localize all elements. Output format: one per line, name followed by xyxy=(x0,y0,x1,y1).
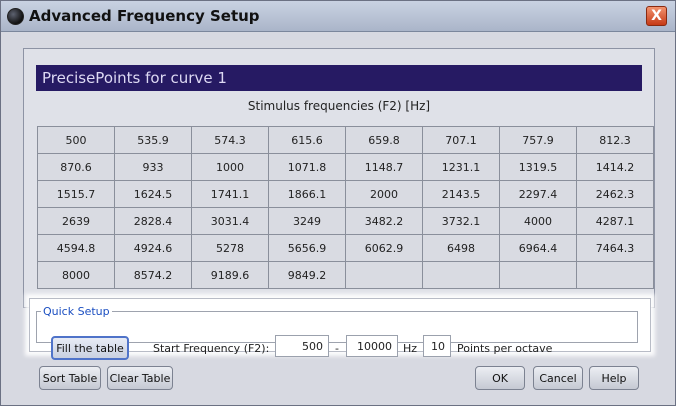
frequency-cell[interactable]: 1148.7 xyxy=(345,153,423,181)
frequency-cell[interactable]: 1000 xyxy=(191,153,269,181)
frequency-cell[interactable]: 8000 xyxy=(37,261,115,289)
curve-header: PrecisePoints for curve 1 xyxy=(36,65,642,91)
frequency-cell[interactable]: 2828.4 xyxy=(114,207,192,235)
cancel-button[interactable]: Cancel xyxy=(533,366,583,390)
frequency-cell[interactable]: 6498 xyxy=(422,234,500,262)
frequency-cell[interactable]: 1071.8 xyxy=(268,153,346,181)
ok-button[interactable]: OK xyxy=(475,366,525,390)
frequency-cell[interactable]: 3482.2 xyxy=(345,207,423,235)
start-frequency-input[interactable] xyxy=(275,335,329,357)
frequency-cell[interactable]: 3249 xyxy=(268,207,346,235)
dialog-window: Advanced Frequency Setup X PrecisePoints… xyxy=(0,0,676,406)
frequency-cell[interactable]: 933 xyxy=(114,153,192,181)
table-title: Stimulus frequencies (F2) [Hz] xyxy=(247,99,431,113)
table-row: 1515.7 1624.5 1741.1 1866.1 2000 2143.5 2297.4… xyxy=(37,180,654,208)
title-bar[interactable]: Advanced Frequency Setup X xyxy=(1,1,675,32)
table-row: 8000 8574.2 9189.6 9849.2 xyxy=(37,261,654,289)
frequency-cell[interactable]: 1624.5 xyxy=(114,180,192,208)
frequency-cell[interactable]: 5278 xyxy=(191,234,269,262)
frequency-cell[interactable]: 1741.1 xyxy=(191,180,269,208)
frequency-cell[interactable]: 3732.1 xyxy=(422,207,500,235)
precisepoints-panel: PrecisePoints for curve 1 Stimulus frequ… xyxy=(23,48,655,308)
frequency-cell[interactable]: 500 xyxy=(37,126,115,154)
frequency-cell[interactable]: 2143.5 xyxy=(422,180,500,208)
hz-unit-label: Hz xyxy=(403,342,418,355)
points-per-octave-input[interactable] xyxy=(423,335,451,357)
frequency-cell[interactable]: 2462.3 xyxy=(576,180,654,208)
fill-table-button[interactable]: Fill the table xyxy=(51,336,129,360)
frequency-cell[interactable]: 6062.9 xyxy=(345,234,423,262)
frequency-cell[interactable]: 2297.4 xyxy=(499,180,577,208)
points-per-octave-label: Points per octave xyxy=(457,342,553,355)
frequency-cell[interactable]: 535.9 xyxy=(114,126,192,154)
frequency-table: 500 535.9 574.3 615.6 659.8 707.1 757.9 812.3 87… xyxy=(37,126,654,289)
frequency-cell[interactable]: 707.1 xyxy=(422,126,500,154)
table-row: 2639 2828.4 3031.4 3249 3482.2 3732.1 4000 4287… xyxy=(37,207,654,235)
frequency-cell[interactable]: 659.8 xyxy=(345,126,423,154)
frequency-cell[interactable]: 1319.5 xyxy=(499,153,577,181)
frequency-cell[interactable]: 2000 xyxy=(345,180,423,208)
frequency-cell[interactable]: 3031.4 xyxy=(191,207,269,235)
frequency-cell[interactable]: 870.6 xyxy=(37,153,115,181)
frequency-cell[interactable] xyxy=(345,261,423,289)
frequency-cell[interactable]: 1414.2 xyxy=(576,153,654,181)
frequency-cell[interactable]: 9189.6 xyxy=(191,261,269,289)
clear-table-button[interactable]: Clear Table xyxy=(107,366,173,390)
frequency-cell[interactable]: 7464.3 xyxy=(576,234,654,262)
frequency-cell[interactable]: 5656.9 xyxy=(268,234,346,262)
window-title: Advanced Frequency Setup xyxy=(29,7,260,25)
close-button[interactable]: X xyxy=(646,6,667,26)
frequency-cell[interactable]: 812.3 xyxy=(576,126,654,154)
frequency-cell[interactable]: 4594.8 xyxy=(37,234,115,262)
quick-setup-legend: Quick Setup xyxy=(43,305,110,318)
frequency-cell[interactable]: 4924.6 xyxy=(114,234,192,262)
frequency-cell[interactable]: 8574.2 xyxy=(114,261,192,289)
start-frequency-label: Start Frequency (F2): xyxy=(153,342,270,355)
frequency-cell[interactable] xyxy=(422,261,500,289)
sort-table-button[interactable]: Sort Table xyxy=(39,366,101,390)
frequency-cell[interactable]: 574.3 xyxy=(191,126,269,154)
frequency-cell[interactable]: 757.9 xyxy=(499,126,577,154)
quick-setup-group: Quick Setup Fill the table Start Frequen… xyxy=(36,305,638,360)
frequency-cell[interactable]: 4000 xyxy=(499,207,577,235)
frequency-cell[interactable]: 1231.1 xyxy=(422,153,500,181)
frequency-cell[interactable]: 615.6 xyxy=(268,126,346,154)
frequency-cell[interactable]: 2639 xyxy=(37,207,115,235)
app-icon xyxy=(7,8,24,25)
frequency-cell[interactable]: 4287.1 xyxy=(576,207,654,235)
frequency-cell[interactable] xyxy=(499,261,577,289)
frequency-cell[interactable]: 9849.2 xyxy=(268,261,346,289)
frequency-cell[interactable] xyxy=(576,261,654,289)
frequency-cell[interactable]: 1866.1 xyxy=(268,180,346,208)
table-row: 4594.8 4924.6 5278 5656.9 6062.9 6498 6964.4 74… xyxy=(37,234,654,262)
frequency-cell[interactable]: 6964.4 xyxy=(499,234,577,262)
frequency-cell[interactable]: 1515.7 xyxy=(37,180,115,208)
end-frequency-input[interactable] xyxy=(346,335,398,357)
table-row: 870.6 933 1000 1071.8 1148.7 1231.1 1319.5 1414… xyxy=(37,153,654,181)
help-button[interactable]: Help xyxy=(589,366,639,390)
table-row: 500 535.9 574.3 615.6 659.8 707.1 757.9 812.3 xyxy=(37,126,654,154)
range-dash: - xyxy=(335,342,339,355)
quick-setup-box: Quick Setup Fill the table Start Frequen… xyxy=(29,298,651,360)
